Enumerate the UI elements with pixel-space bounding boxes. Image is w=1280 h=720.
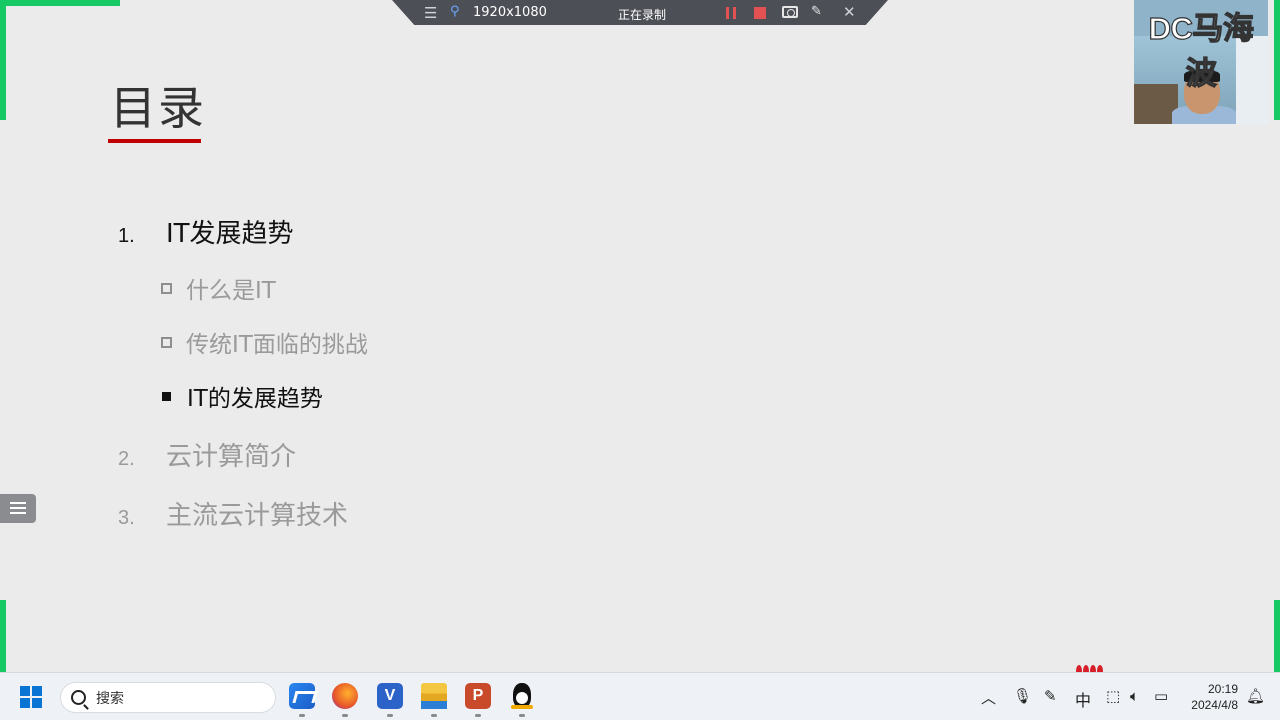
toc-subitem-3[interactable]: IT的发展趋势 bbox=[161, 379, 323, 413]
network-icon[interactable]: ⬚ bbox=[1106, 687, 1120, 705]
toc-sublabel: 什么是IT bbox=[186, 278, 276, 304]
recording-toolbar: ☰ ⚲ 1920x1080 正在录制 ✎ ✕ bbox=[392, 0, 888, 25]
taskbar: 搜索 V P ︿ 🎙︎ ✎ 中 ⬚ 🔈︎ ▭ 20:19 2024/4/8 🔔︎ bbox=[0, 672, 1280, 720]
recording-frame-corner bbox=[0, 0, 6, 120]
toc-sublabel: 传统IT面临的挑战 bbox=[186, 332, 368, 358]
notification-icon[interactable]: 🔔︎ bbox=[1246, 687, 1265, 705]
microphone-icon[interactable]: 🎙︎ bbox=[1013, 687, 1032, 705]
toc-label: IT发展趋势 bbox=[166, 219, 294, 249]
webcam-overlay[interactable]: DC马海波 bbox=[1134, 0, 1268, 124]
toc-subitem-1[interactable]: 什么是IT bbox=[161, 271, 276, 305]
vscode-glyph: V bbox=[384, 687, 396, 704]
resolution-label: 1920x1080 bbox=[473, 5, 547, 20]
recording-status: 正在录制 bbox=[618, 8, 667, 22]
clock[interactable]: 20:19 2024/4/8 bbox=[1184, 681, 1238, 713]
hollow-square-bullet-icon bbox=[161, 336, 172, 348]
filled-square-bullet-icon bbox=[162, 391, 171, 401]
battery-icon[interactable]: ▭ bbox=[1154, 687, 1168, 705]
clock-date: 2024/4/8 bbox=[1191, 698, 1238, 712]
toc-item-1[interactable]: 1. IT发展趋势 bbox=[118, 213, 294, 250]
taskbar-search[interactable]: 搜索 bbox=[60, 682, 276, 713]
toc-item-2[interactable]: 2. 云计算简介 bbox=[118, 436, 296, 473]
camera-icon[interactable] bbox=[782, 6, 798, 18]
toc-number: 3. bbox=[118, 507, 135, 529]
recording-frame-corner bbox=[0, 600, 6, 672]
search-icon bbox=[71, 690, 86, 705]
pin-icon[interactable]: ⚲ bbox=[450, 4, 460, 19]
search-placeholder: 搜索 bbox=[96, 690, 124, 707]
list-icon bbox=[10, 502, 26, 515]
clock-time: 20:19 bbox=[1207, 682, 1238, 696]
menu-icon[interactable]: ☰ bbox=[424, 4, 437, 22]
toc-subitem-2[interactable]: 传统IT面临的挑战 bbox=[161, 325, 368, 359]
recording-frame-corner bbox=[1274, 600, 1280, 672]
windows-start-icon[interactable] bbox=[20, 686, 42, 708]
slide-menu-button[interactable] bbox=[0, 494, 36, 523]
hollow-square-bullet-icon bbox=[161, 282, 172, 294]
toc-label: 云计算简介 bbox=[166, 442, 297, 472]
toc-item-3[interactable]: 3. 主流云计算技术 bbox=[118, 495, 348, 532]
pen-icon[interactable]: ✎ bbox=[811, 4, 822, 19]
webcam-watermark: DC马海波 bbox=[1148, 10, 1254, 91]
title-underline bbox=[108, 139, 201, 143]
recording-frame-corner bbox=[1274, 0, 1280, 120]
volume-icon[interactable]: 🔈︎ bbox=[1130, 687, 1139, 705]
vscode-icon[interactable]: V bbox=[377, 683, 403, 717]
ime-indicator[interactable]: 中 bbox=[1075, 687, 1091, 711]
qq-icon[interactable] bbox=[509, 683, 535, 717]
powerpoint-icon[interactable]: P bbox=[465, 683, 491, 717]
chevron-up-icon[interactable]: ︿ bbox=[981, 687, 996, 708]
pause-icon[interactable] bbox=[726, 7, 736, 19]
recording-frame-corner bbox=[0, 0, 120, 6]
stop-icon[interactable] bbox=[754, 7, 766, 19]
toc-number: 1. bbox=[118, 225, 135, 247]
toc-label: 主流云计算技术 bbox=[166, 501, 349, 531]
close-icon[interactable]: ✕ bbox=[843, 3, 856, 21]
pen-icon[interactable]: ✎ bbox=[1044, 687, 1057, 705]
file-explorer-icon[interactable] bbox=[421, 683, 447, 717]
toc-sublabel: IT的发展趋势 bbox=[187, 386, 323, 412]
app-blue-icon[interactable] bbox=[289, 683, 315, 717]
toc-number: 2. bbox=[118, 448, 135, 470]
powerpoint-glyph: P bbox=[472, 687, 484, 704]
firefox-icon[interactable] bbox=[332, 683, 358, 717]
slide-title: 目录 bbox=[110, 81, 206, 135]
